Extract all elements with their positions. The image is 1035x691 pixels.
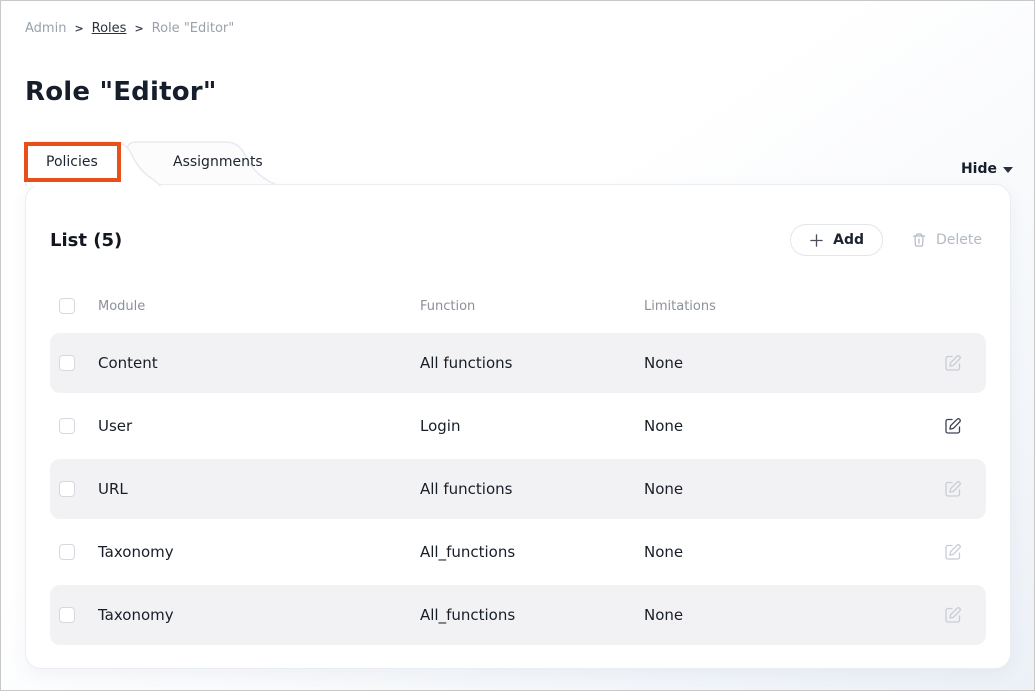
row-checkbox[interactable] [59,544,75,560]
table-header-row: Module Function Limitations [50,291,986,321]
delete-button[interactable]: Delete [907,232,986,248]
panel-header: List (5) Add Delete [50,219,986,261]
cell-module: Taxonomy [90,606,412,624]
edit-icon[interactable] [944,606,962,624]
breadcrumb: Admin > Roles > Role "Editor" [25,21,234,36]
policies-panel: List (5) Add Delete [25,184,1011,669]
page-title: Role "Editor" [25,77,217,107]
cell-module: User [90,417,412,435]
edit-icon[interactable] [944,543,962,561]
table-row: Content All functions None [50,333,986,393]
cell-function: All functions [412,354,636,372]
table-row: URL All functions None [50,459,986,519]
row-checkbox[interactable] [59,481,75,497]
hide-toggle-label: Hide [961,161,997,177]
cell-function: All_functions [412,606,636,624]
cell-limitations: None [636,543,930,561]
row-checkbox[interactable] [59,607,75,623]
cell-module: Content [90,354,412,372]
plus-icon [809,233,824,248]
tab-policies[interactable]: Policies [25,141,161,186]
cell-limitations: None [636,606,930,624]
chevron-down-icon [1003,167,1013,173]
list-title: List (5) [50,230,122,251]
cell-limitations: None [636,417,930,435]
select-all-checkbox[interactable] [59,298,75,314]
hide-toggle[interactable]: Hide [961,161,1013,177]
cell-limitations: None [636,354,930,372]
breadcrumb-separator: > [74,22,83,35]
table-row: Taxonomy All_functions None [50,585,986,645]
edit-icon[interactable] [944,417,962,435]
edit-icon[interactable] [944,480,962,498]
table-row: User Login None [50,396,986,456]
cell-function: Login [412,417,636,435]
toolbar: Add Delete [790,224,986,256]
tab-policies-label: Policies [25,141,161,170]
column-header-limitations: Limitations [636,299,930,314]
column-header-module: Module [90,299,412,314]
trash-icon [911,232,927,248]
cell-function: All_functions [412,543,636,561]
add-button[interactable]: Add [790,224,883,256]
row-checkbox[interactable] [59,355,75,371]
edit-icon[interactable] [944,354,962,372]
add-button-label: Add [833,232,864,248]
breadcrumb-separator: > [134,22,143,35]
column-header-function: Function [412,299,636,314]
breadcrumb-item-admin: Admin [25,21,66,36]
cell-module: URL [90,480,412,498]
cell-limitations: None [636,480,930,498]
cell-module: Taxonomy [90,543,412,561]
table-row: Taxonomy All_functions None [50,522,986,582]
breadcrumb-item-roles[interactable]: Roles [92,21,127,36]
breadcrumb-item-current: Role "Editor" [152,21,235,36]
cell-function: All functions [412,480,636,498]
delete-button-label: Delete [936,232,982,248]
row-checkbox[interactable] [59,418,75,434]
